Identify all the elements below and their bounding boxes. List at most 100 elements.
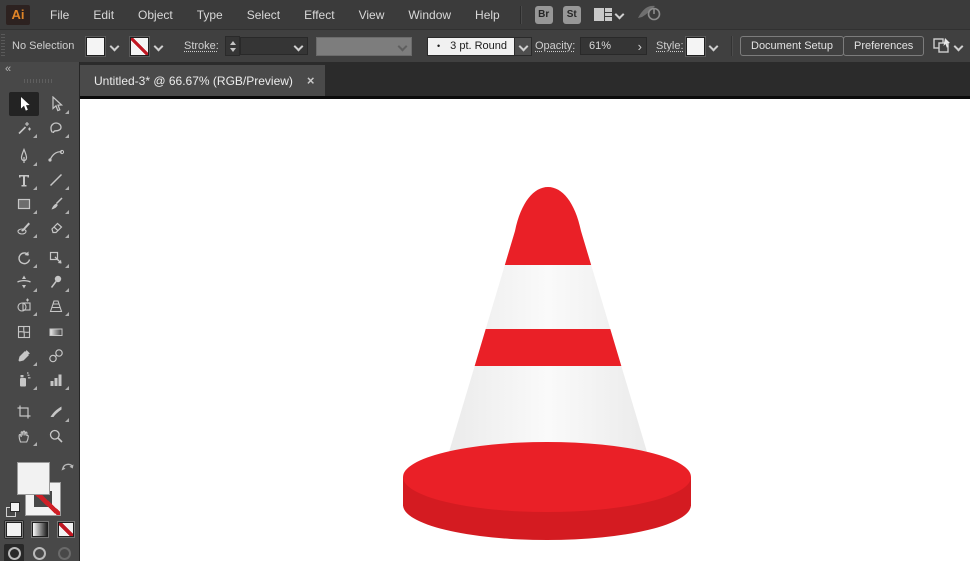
gradient-button[interactable] [30,520,50,539]
tool-width[interactable] [9,270,39,294]
none-button[interactable] [56,520,76,539]
document-setup-button[interactable]: Document Setup [740,36,844,56]
workspace-chevron-down-icon[interactable] [616,11,623,18]
curvature-icon [48,148,64,164]
tool-pen[interactable] [9,144,39,168]
shape-builder-icon [16,298,32,314]
menu-view[interactable]: View [347,0,397,30]
cone-top-red-cap[interactable] [420,180,676,265]
tool-curvature[interactable] [41,144,71,168]
cone-red-stripe[interactable] [420,329,676,366]
panel-grip[interactable] [24,79,52,83]
slice-icon [48,404,64,420]
chevron-down-icon [111,43,118,50]
tool-eraser[interactable] [41,216,71,240]
swap-arrows-icon [60,460,75,473]
brush-preview-dot: • [437,41,440,51]
width-profile-chevron-button[interactable] [515,37,532,56]
tool-scale[interactable] [41,246,71,270]
tool-shaper[interactable] [9,216,39,240]
tool-zoom[interactable] [41,424,71,448]
stroke-weight-dropdown[interactable] [240,37,308,55]
default-fill-mini [10,502,20,512]
scale-icon [48,250,64,266]
paintbrush-icon [48,196,64,212]
gpu-performance-icon[interactable] [637,4,661,26]
width-icon [16,274,32,290]
tool-symbol-sprayer[interactable] [9,368,39,392]
menu-file[interactable]: File [38,0,81,30]
stroke-weight-stepper[interactable] [225,36,240,56]
menu-help[interactable]: Help [463,0,512,30]
tool-artboard[interactable] [9,400,39,424]
tool-lasso[interactable] [41,116,71,140]
bridge-button[interactable]: Br [535,6,553,24]
preferences-button[interactable]: Preferences [843,36,924,56]
tool-line-segment[interactable] [41,168,71,192]
opacity-flyout-icon[interactable]: › [638,39,642,54]
menu-type[interactable]: Type [185,0,235,30]
style-chevron-button[interactable] [705,38,721,55]
tab-close-icon[interactable]: × [307,73,315,88]
tool-eyedropper[interactable] [9,344,39,368]
menu-object[interactable]: Object [126,0,185,30]
puppet-warp-pin-icon [48,274,64,290]
menu-select[interactable]: Select [235,0,292,30]
swap-fill-stroke-icon[interactable] [60,460,75,478]
tool-column-graph[interactable] [41,368,71,392]
stroke-label[interactable]: Stroke: [184,40,219,52]
tool-hand[interactable] [9,424,39,448]
draw-behind-button[interactable] [29,544,49,561]
style-swatch[interactable] [686,37,705,56]
document-tab[interactable]: Untitled-3* @ 66.67% (RGB/Preview) × [80,65,325,96]
tool-selection[interactable] [9,92,39,116]
fill-chevron-button[interactable] [106,38,122,55]
arrange-icon[interactable] [932,37,952,55]
stock-button[interactable]: St [563,6,581,24]
artboard-icon [16,404,32,420]
direct-selection-icon [48,96,64,112]
tool-shape-builder[interactable] [9,294,39,318]
tool-blend[interactable] [41,344,71,368]
menu-window[interactable]: Window [396,0,463,30]
opacity-value: 61% [589,40,611,52]
color-button[interactable] [4,520,24,539]
tool-gradient[interactable] [41,320,71,344]
tool-magic-wand[interactable] [9,116,39,140]
opacity-field[interactable]: 61% › [580,37,647,55]
variable-width-profile-combo[interactable]: • 3 pt. Round [427,37,515,56]
tool-slice[interactable] [41,400,71,424]
magic-wand-icon [16,120,32,136]
draw-normal-icon [8,547,21,560]
arrange-chevron-down-icon[interactable] [955,43,962,50]
stroke-color-swatch[interactable] [130,37,149,56]
menu-effect[interactable]: Effect [292,0,346,30]
default-fill-stroke-icon[interactable] [6,502,20,516]
fill-indicator-swatch[interactable] [17,462,50,495]
tool-paintbrush[interactable] [41,192,71,216]
cone-base-top[interactable] [403,442,691,512]
stroke-chevron-button[interactable] [150,38,166,55]
tool-rotate[interactable] [9,246,39,270]
collapse-panel-icon[interactable]: « [5,63,11,75]
workspace-layout-icon[interactable] [594,8,612,21]
draw-inside-button[interactable] [54,544,74,561]
rectangle-icon [16,196,32,212]
style-label[interactable]: Style: [656,40,684,52]
draw-normal-button[interactable] [4,544,24,561]
brush-definition-dropdown-disabled [316,37,412,56]
tool-type[interactable] [9,168,39,192]
draw-inside-icon [58,547,71,560]
traffic-cone-artwork[interactable] [80,99,970,561]
tool-mesh[interactable] [9,320,39,344]
opacity-label[interactable]: Opacity: [535,40,575,52]
menu-edit[interactable]: Edit [81,0,126,30]
fill-color-swatch[interactable] [86,37,105,56]
tool-puppet-warp[interactable] [41,270,71,294]
tool-direct-selection[interactable] [41,92,71,116]
canvas-artboard[interactable] [80,99,970,561]
controlbar-grip[interactable] [1,34,5,58]
tool-perspective-grid[interactable] [41,294,71,318]
document-tab-bar: Untitled-3* @ 66.67% (RGB/Preview) × [80,62,970,99]
tool-rectangle[interactable] [9,192,39,216]
